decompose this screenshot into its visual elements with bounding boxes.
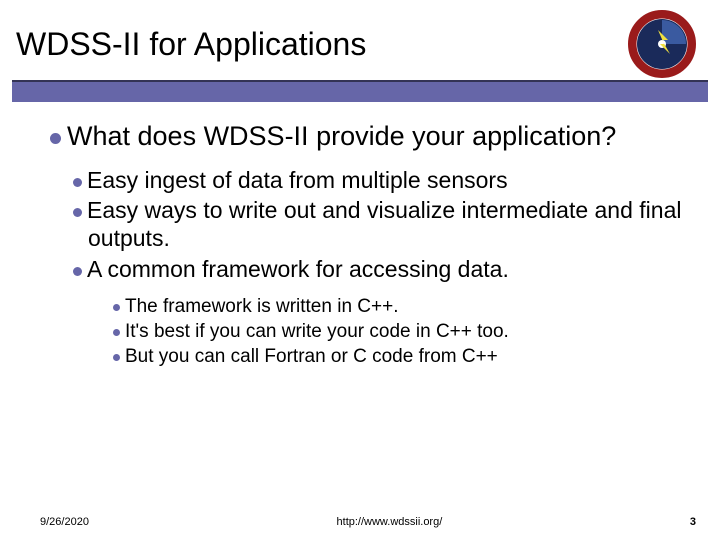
bullet-level3-text: But you can call Fortran or C code from … xyxy=(125,346,498,367)
bullet-level2: Easy ways to write out and visualize int… xyxy=(50,196,690,252)
bullet-level3: But you can call Fortran or C code from … xyxy=(50,345,690,369)
bullet-level2-text: Easy ways to write out and visualize int… xyxy=(87,197,681,251)
bullet-icon xyxy=(73,178,82,187)
bullet-icon xyxy=(113,329,120,336)
bullet-icon xyxy=(73,208,82,217)
bullet-level2: Easy ingest of data from multiple sensor… xyxy=(50,166,690,194)
slide-body: What does WDSS-II provide your applicati… xyxy=(0,102,720,370)
bullet-level3-text: It's best if you can write your code in … xyxy=(125,321,509,342)
bullet-level3: It's best if you can write your code in … xyxy=(50,320,690,344)
bullet-level1: What does WDSS-II provide your applicati… xyxy=(50,120,690,152)
bullet-icon xyxy=(73,267,82,276)
footer-date: 9/26/2020 xyxy=(40,516,89,528)
bullet-icon xyxy=(50,133,61,144)
slide-title: WDSS-II for Applications xyxy=(16,26,628,63)
footer-page-number: 3 xyxy=(690,516,696,528)
nssl-logo-icon xyxy=(628,10,696,78)
footer-url: http://www.wdssii.org/ xyxy=(89,516,690,528)
bullet-level3: The framework is written in C++. xyxy=(50,295,690,319)
title-divider xyxy=(12,80,708,102)
bullet-level3-text: The framework is written in C++. xyxy=(125,296,398,317)
bullet-level2: A common framework for accessing data. xyxy=(50,255,690,283)
bullet-icon xyxy=(113,354,120,361)
bullet-level2-text: Easy ingest of data from multiple sensor… xyxy=(87,167,508,193)
bullet-icon xyxy=(113,304,120,311)
bullet-level1-text: What does WDSS-II provide your applicati… xyxy=(67,121,616,151)
slide-footer: 9/26/2020 http://www.wdssii.org/ 3 xyxy=(0,516,720,528)
bullet-level2-text: A common framework for accessing data. xyxy=(87,256,509,282)
